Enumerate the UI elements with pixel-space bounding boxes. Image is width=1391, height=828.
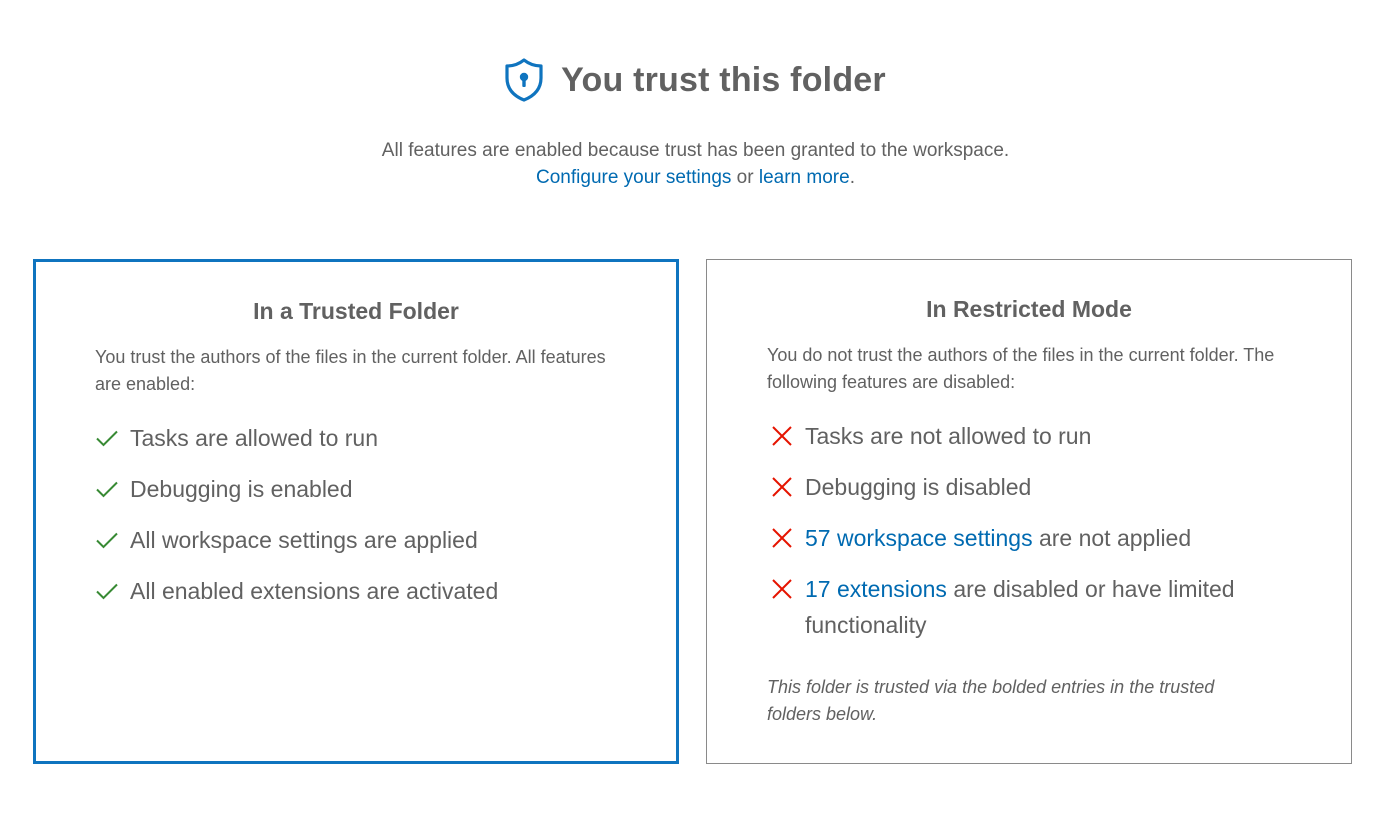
trusted-card-description: You trust the authors of the files in th… bbox=[95, 347, 606, 394]
feature-text: All enabled extensions are activated bbox=[130, 578, 499, 604]
learn-more-link[interactable]: learn more bbox=[759, 167, 850, 188]
feature-text: Tasks are allowed to run bbox=[130, 425, 379, 451]
feature-text: Debugging is disabled bbox=[805, 474, 1032, 500]
trusted-folders-footnote: This folder is trusted via the bolded en… bbox=[767, 677, 1215, 724]
list-item: Debugging is enabled bbox=[95, 471, 616, 507]
restricted-card-title: In Restricted Mode bbox=[926, 296, 1132, 322]
page-title: You trust this folder bbox=[561, 60, 886, 99]
restricted-mode-card[interactable]: In Restricted Mode You do not trust the … bbox=[706, 259, 1352, 764]
subtitle-period: . bbox=[849, 167, 855, 188]
page-subtitle: All features are enabled because trust h… bbox=[0, 137, 1391, 191]
workspace-settings-link[interactable]: 57 workspace settings bbox=[805, 525, 1033, 551]
restricted-card-description: You do not trust the authors of the file… bbox=[767, 345, 1275, 392]
shield-lock-icon bbox=[505, 58, 543, 102]
trusted-feature-list: Tasks are allowed to run Debugging is en… bbox=[95, 420, 616, 624]
subtitle-links-line: Configure your settings or learn more. bbox=[0, 164, 1391, 191]
feature-text: Tasks are not allowed to run bbox=[805, 423, 1092, 449]
subtitle-text: All features are enabled because trust h… bbox=[381, 140, 1010, 161]
feature-text: All workspace settings are applied bbox=[130, 527, 478, 553]
list-item: Debugging is disabled bbox=[770, 469, 1281, 505]
list-item: Tasks are allowed to run bbox=[95, 420, 616, 456]
trusted-card-title: In a Trusted Folder bbox=[253, 298, 459, 324]
extensions-link[interactable]: 17 extensions bbox=[805, 576, 947, 602]
page-header: You trust this folder bbox=[0, 52, 1391, 108]
list-item: 17 extensions are disabled or have limit… bbox=[770, 571, 1281, 643]
feature-text: Debugging is enabled bbox=[130, 476, 353, 502]
list-item: All enabled extensions are activated bbox=[95, 573, 616, 609]
subtitle-or-text: or bbox=[731, 167, 759, 188]
list-item: All workspace settings are applied bbox=[95, 522, 616, 558]
feature-text: are not applied bbox=[1032, 525, 1192, 551]
list-item: 57 workspace settings are not applied bbox=[770, 520, 1281, 556]
configure-settings-link[interactable]: Configure your settings bbox=[536, 167, 731, 188]
restricted-feature-list: Tasks are not allowed to run Debugging i… bbox=[770, 418, 1281, 658]
trusted-folder-card[interactable]: In a Trusted Folder You trust the author… bbox=[33, 259, 679, 764]
list-item: Tasks are not allowed to run bbox=[770, 418, 1281, 454]
